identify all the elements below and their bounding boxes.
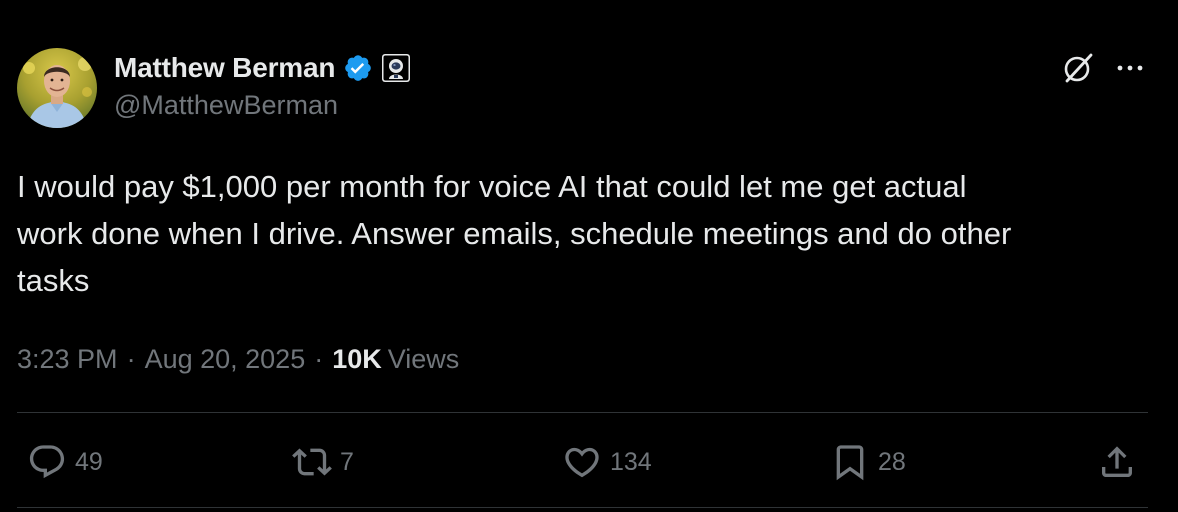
tweet-time[interactable]: 3:23 PM bbox=[17, 344, 118, 375]
author-handle[interactable]: @MatthewBerman bbox=[114, 90, 411, 121]
verified-badge-icon[interactable] bbox=[343, 53, 373, 83]
reply-count: 49 bbox=[75, 447, 103, 476]
tweet-text: I would pay $1,000 per month for voice A… bbox=[17, 169, 1012, 298]
bookmark-button[interactable]: 28 bbox=[830, 440, 906, 484]
heart-icon bbox=[562, 442, 602, 482]
bookmark-icon bbox=[830, 442, 870, 482]
avatar[interactable] bbox=[17, 48, 97, 128]
bookmark-count: 28 bbox=[878, 447, 906, 476]
repost-count: 7 bbox=[340, 447, 354, 476]
divider bbox=[17, 507, 1148, 508]
meta-separator: · bbox=[126, 343, 136, 374]
astronaut-badge-icon[interactable] bbox=[381, 53, 411, 83]
tweet-date[interactable]: Aug 20, 2025 bbox=[145, 344, 306, 375]
share-icon bbox=[1097, 442, 1137, 482]
author-info: Matthew Berman @MatthewBerman bbox=[114, 50, 411, 121]
author-name-row: Matthew Berman bbox=[114, 50, 411, 86]
reply-button[interactable]: 49 bbox=[27, 440, 103, 484]
repost-button[interactable]: 7 bbox=[292, 440, 354, 484]
share-button[interactable] bbox=[1097, 440, 1137, 484]
repost-icon bbox=[292, 442, 332, 482]
tweet-card: Matthew Berman @MatthewBerman I would pa… bbox=[0, 0, 1178, 512]
tweet-meta: 3:23 PM · Aug 20, 2025 · 10K Views bbox=[17, 340, 459, 378]
like-button[interactable]: 134 bbox=[562, 440, 652, 484]
views-count[interactable]: 10K bbox=[332, 344, 382, 375]
views-label: Views bbox=[387, 343, 460, 374]
action-bar: 49 7 134 28 bbox=[0, 440, 1178, 484]
like-count: 134 bbox=[610, 447, 652, 476]
meta-separator: · bbox=[314, 343, 324, 374]
divider bbox=[17, 412, 1148, 413]
reply-icon bbox=[27, 442, 67, 482]
more-icon[interactable] bbox=[1113, 58, 1147, 78]
grok-icon[interactable] bbox=[1060, 50, 1096, 86]
avatar-image bbox=[17, 48, 97, 128]
author-display-name[interactable]: Matthew Berman bbox=[114, 52, 335, 84]
